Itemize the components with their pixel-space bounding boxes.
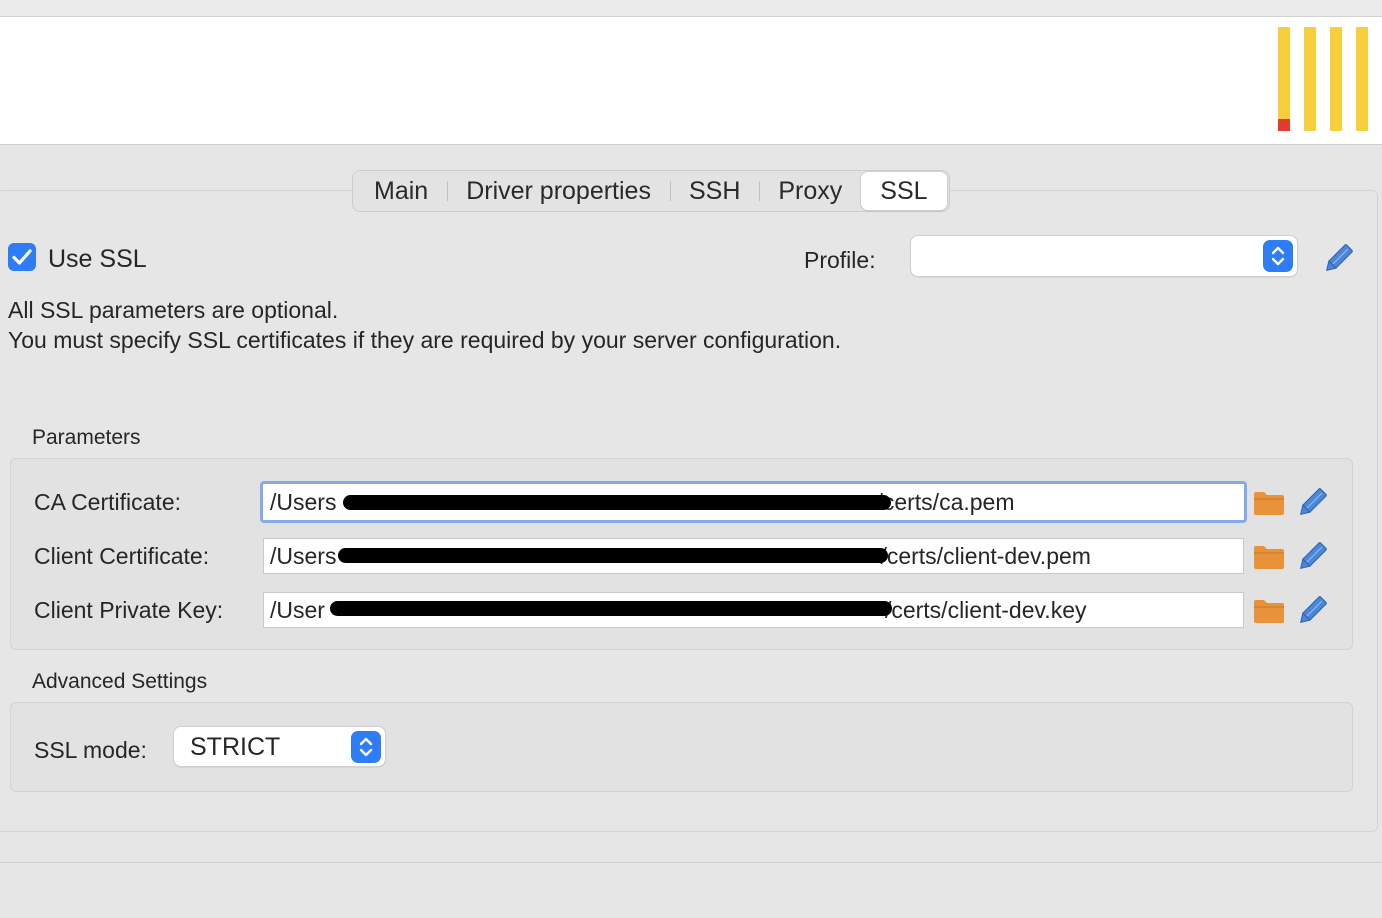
- profile-label: Profile:: [804, 247, 876, 273]
- edit-client-certificate-pencil-icon[interactable]: [1295, 540, 1329, 574]
- ca-certificate-input[interactable]: /Users/certs/ca.pem: [260, 481, 1247, 523]
- checkmark-icon: [12, 249, 32, 265]
- ca-certificate-label: CA Certificate:: [34, 489, 181, 515]
- logo-bar-red-segment: [1278, 119, 1290, 131]
- use-ssl-checkbox[interactable]: [8, 243, 36, 271]
- edit-profile-pencil-icon[interactable]: [1321, 242, 1355, 276]
- ssl-mode-value: STRICT: [190, 733, 281, 761]
- field-value-start: /Users: [270, 489, 337, 515]
- info-text-optional: All SSL parameters are optional.: [8, 297, 339, 323]
- app-logo: [1278, 27, 1368, 133]
- client-private-key-input[interactable]: /User/certs/client-dev.key: [263, 592, 1244, 628]
- client-private-key-label: Client Private Key:: [34, 597, 224, 623]
- redaction-mark: [338, 548, 888, 563]
- profile-select-stepper: [1263, 240, 1293, 272]
- dialog-header: [0, 17, 1382, 145]
- logo-bar: [1330, 27, 1342, 131]
- ssl-mode-label: SSL mode:: [34, 737, 147, 763]
- tab-proxy[interactable]: Proxy: [759, 172, 861, 210]
- browse-folder-icon[interactable]: [1253, 544, 1285, 570]
- ssl-mode-stepper: [351, 731, 381, 763]
- field-value-end: /certs/client-dev.pem: [880, 543, 1091, 569]
- tab-main[interactable]: Main: [355, 172, 447, 210]
- tab-bar: Main Driver properties SSH Proxy SSL: [352, 170, 950, 212]
- chevron-up-down-icon: [359, 737, 373, 757]
- advanced-settings-title: Advanced Settings: [32, 670, 208, 693]
- logo-bar: [1278, 27, 1290, 131]
- logo-bar: [1304, 27, 1316, 131]
- footer-divider: [0, 862, 1382, 863]
- use-ssl-label[interactable]: Use SSL: [48, 244, 147, 274]
- window-top-strip: [0, 0, 1382, 17]
- tab-ssl[interactable]: SSL: [861, 172, 947, 210]
- edit-ca-certificate-pencil-icon[interactable]: [1295, 486, 1329, 520]
- chevron-up-down-icon: [1271, 246, 1285, 266]
- logo-bar: [1356, 27, 1368, 131]
- tab-driver-properties[interactable]: Driver properties: [447, 172, 670, 210]
- profile-select[interactable]: [910, 235, 1298, 277]
- edit-client-private-key-pencil-icon[interactable]: [1295, 594, 1329, 628]
- parameters-title: Parameters: [32, 426, 141, 449]
- field-value-start: /User: [270, 597, 325, 623]
- ssl-mode-select[interactable]: STRICT: [173, 726, 386, 767]
- field-value-end: /certs/ca.pem: [876, 489, 1015, 515]
- field-value-start: /Users: [270, 543, 337, 569]
- info-text-certificates: You must specify SSL certificates if the…: [8, 327, 842, 353]
- client-certificate-input[interactable]: /Users/certs/client-dev.pem: [263, 538, 1244, 574]
- client-certificate-label: Client Certificate:: [34, 543, 210, 569]
- browse-folder-icon[interactable]: [1253, 490, 1285, 516]
- redaction-mark: [343, 495, 891, 510]
- redaction-mark: [330, 601, 892, 616]
- tab-ssh[interactable]: SSH: [669, 172, 759, 210]
- field-value-end: /certs/client-dev.key: [884, 597, 1087, 623]
- browse-folder-icon[interactable]: [1253, 598, 1285, 624]
